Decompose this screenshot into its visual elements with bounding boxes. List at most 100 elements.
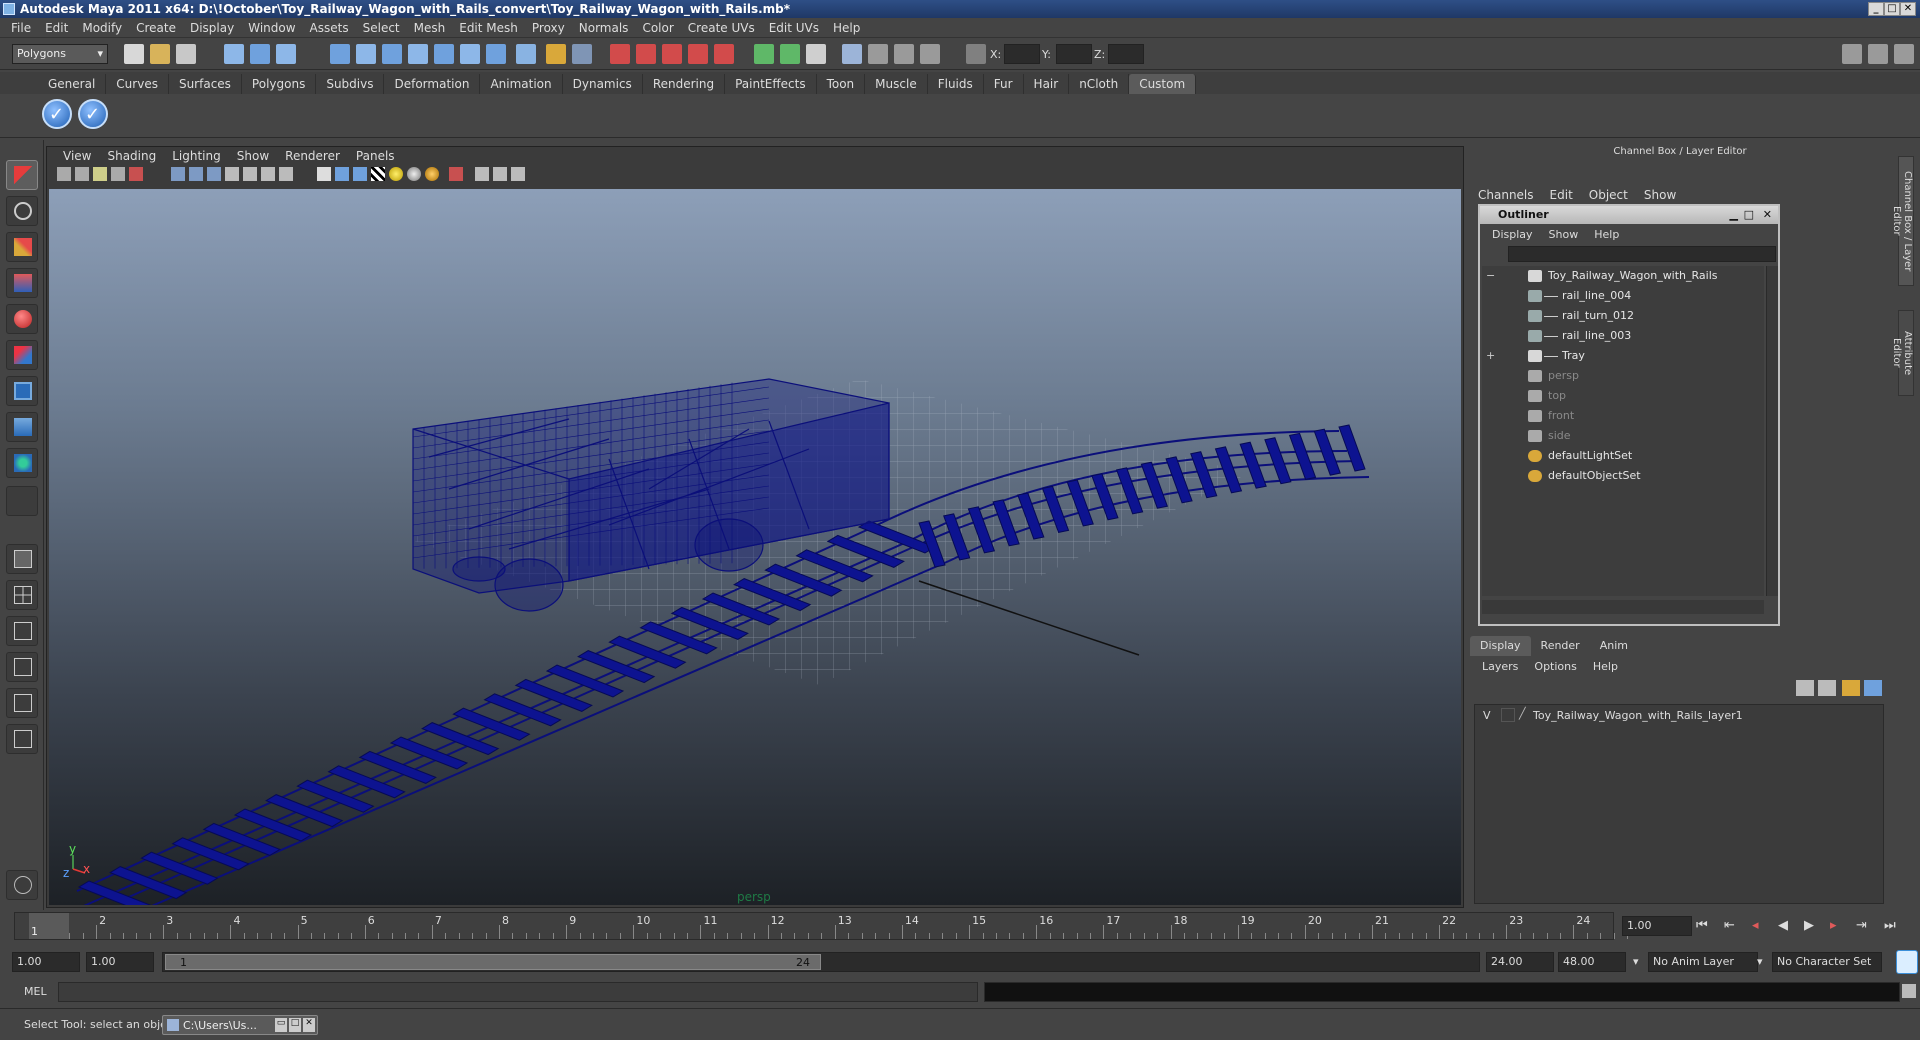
high-quality-icon[interactable] — [493, 167, 507, 181]
menu-create-uvs[interactable]: Create UVs — [681, 21, 762, 35]
character-set-selector[interactable]: No Character Set ▾ — [1757, 952, 1882, 972]
script-editor-icon[interactable] — [1902, 984, 1916, 998]
go-to-start-icon[interactable]: ⏮ — [1696, 918, 1708, 933]
wireframe-on-shaded-icon[interactable] — [353, 167, 367, 181]
outliner-item[interactable]: defaultLightSet — [1482, 446, 1764, 466]
snap-curve-icon[interactable] — [636, 44, 656, 64]
close-button[interactable]: ✕ — [1900, 2, 1916, 16]
bookmark-icon[interactable] — [93, 167, 107, 181]
new-scene-icon[interactable] — [124, 44, 144, 64]
snap-grid-icon[interactable] — [610, 44, 630, 64]
layer-menu-options[interactable]: Options — [1526, 660, 1584, 673]
menu-modify[interactable]: Modify — [75, 21, 129, 35]
menu-create[interactable]: Create — [129, 21, 183, 35]
rotate-tool-button[interactable] — [6, 304, 38, 334]
save-scene-icon[interactable] — [176, 44, 196, 64]
close-icon[interactable]: ✕ — [303, 1018, 315, 1032]
restore-icon[interactable]: ▭ — [275, 1018, 287, 1032]
share-icon[interactable] — [511, 167, 525, 181]
z-field[interactable] — [1108, 44, 1144, 64]
viewport-menu-show[interactable]: Show — [229, 149, 277, 163]
new-layer-icon[interactable] — [1796, 680, 1814, 696]
y-field[interactable] — [1056, 44, 1092, 64]
menu-select[interactable]: Select — [356, 21, 407, 35]
outliner-menu-help[interactable]: Help — [1586, 228, 1627, 241]
menu-proxy[interactable]: Proxy — [525, 21, 572, 35]
tab-custom[interactable]: Custom — [1129, 74, 1197, 94]
layer-menu-layers[interactable]: Layers — [1474, 660, 1526, 673]
help-icon[interactable] — [516, 44, 536, 64]
layout-outliner-button[interactable] — [6, 616, 38, 646]
field-chart-icon[interactable] — [243, 167, 257, 181]
layer-row[interactable]: V ╱ Toy_Railway_Wagon_with_Rails_layer1 — [1475, 705, 1883, 727]
outliner-item[interactable]: rail_turn_012 — [1482, 306, 1764, 326]
menu-assets[interactable]: Assets — [303, 21, 356, 35]
pick-mask-6-icon[interactable] — [460, 44, 480, 64]
step-back-key-icon[interactable]: ⇤ — [1724, 918, 1735, 933]
history-input-icon[interactable] — [754, 44, 774, 64]
xray-icon[interactable] — [449, 167, 463, 181]
layer-color-swatch[interactable]: ╱ — [1519, 707, 1526, 720]
tab-painteffects[interactable]: PaintEffects — [725, 74, 817, 94]
command-language-label[interactable]: MEL — [24, 985, 47, 998]
safe-title-icon[interactable] — [279, 167, 293, 181]
outliner-menu-display[interactable]: Display — [1484, 228, 1541, 241]
layout-hypershade-button[interactable] — [6, 688, 38, 718]
grid-icon[interactable] — [171, 167, 185, 181]
step-forward-key-icon[interactable]: ⇥ — [1856, 918, 1867, 933]
menu-file[interactable]: File — [4, 21, 38, 35]
menu-color[interactable]: Color — [635, 21, 680, 35]
tab-attribute-editor[interactable]: Attribute Editor — [1891, 310, 1914, 396]
teamviewer-icon[interactable] — [1896, 950, 1918, 974]
close-icon[interactable]: ✕ — [1763, 206, 1772, 224]
transform-input-icon[interactable] — [966, 44, 986, 64]
snap-view-plane-icon[interactable] — [688, 44, 708, 64]
tab-animation[interactable]: Animation — [480, 74, 563, 94]
snap-point-icon[interactable] — [662, 44, 682, 64]
soft-modification-button[interactable] — [6, 412, 38, 442]
tab-rendering[interactable]: Rendering — [643, 74, 726, 94]
go-to-end-icon[interactable]: ⏭ — [1884, 918, 1896, 933]
tab-dynamics[interactable]: Dynamics — [563, 74, 643, 94]
tab-toon[interactable]: Toon — [817, 74, 866, 94]
viewport-menu-lighting[interactable]: Lighting — [164, 149, 229, 163]
viewport-menu-shading[interactable]: Shading — [99, 149, 164, 163]
tab-subdivs[interactable]: Subdivs — [316, 74, 385, 94]
tab-surfaces[interactable]: Surfaces — [169, 74, 242, 94]
outliner-vertical-scrollbar[interactable] — [1766, 266, 1778, 596]
command-input[interactable] — [58, 982, 978, 1002]
viewport-menu-view[interactable]: View — [55, 149, 99, 163]
last-tool-button[interactable] — [6, 486, 38, 516]
outliner-item[interactable]: − Toy_Railway_Wagon_with_Rails — [1482, 266, 1764, 286]
select-object-icon[interactable] — [250, 44, 270, 64]
outliner-menu-show[interactable]: Show — [1541, 228, 1587, 241]
script-editor-button[interactable] — [6, 870, 38, 900]
tab-hair[interactable]: Hair — [1024, 74, 1070, 94]
tab-display[interactable]: Display — [1470, 636, 1531, 656]
smooth-shade-icon[interactable] — [335, 167, 349, 181]
tab-render[interactable]: Render — [1531, 636, 1590, 656]
history-output-icon[interactable] — [780, 44, 800, 64]
mode-selector[interactable]: Polygons ▾ — [12, 44, 108, 64]
open-scene-icon[interactable] — [150, 44, 170, 64]
lock-icon[interactable] — [546, 44, 566, 64]
maximize-icon[interactable]: □ — [289, 1018, 301, 1032]
render-frame-icon[interactable] — [868, 44, 888, 64]
taskbar-window-button[interactable]: C:\Users\Us... ▭ □ ✕ — [162, 1015, 318, 1035]
film-gate-icon[interactable] — [189, 167, 203, 181]
pick-mask-2-icon[interactable] — [356, 44, 376, 64]
default-light-icon[interactable] — [389, 167, 403, 181]
tab-muscle[interactable]: Muscle — [865, 74, 928, 94]
outliner-item[interactable]: defaultObjectSet — [1482, 466, 1764, 486]
outliner-item[interactable]: top — [1482, 386, 1764, 406]
tab-polygons[interactable]: Polygons — [242, 74, 317, 94]
universal-manipulator-button[interactable] — [6, 376, 38, 406]
minimize-icon[interactable]: ▁ — [1730, 206, 1738, 224]
ipr-render-icon[interactable] — [894, 44, 914, 64]
viewport-menu-panels[interactable]: Panels — [348, 149, 403, 163]
menu-edit[interactable]: Edit — [38, 21, 75, 35]
tab-fur[interactable]: Fur — [984, 74, 1024, 94]
expand-toggle[interactable]: − — [1486, 266, 1498, 286]
tab-fluids[interactable]: Fluids — [928, 74, 984, 94]
wireframe-icon[interactable] — [317, 167, 331, 181]
